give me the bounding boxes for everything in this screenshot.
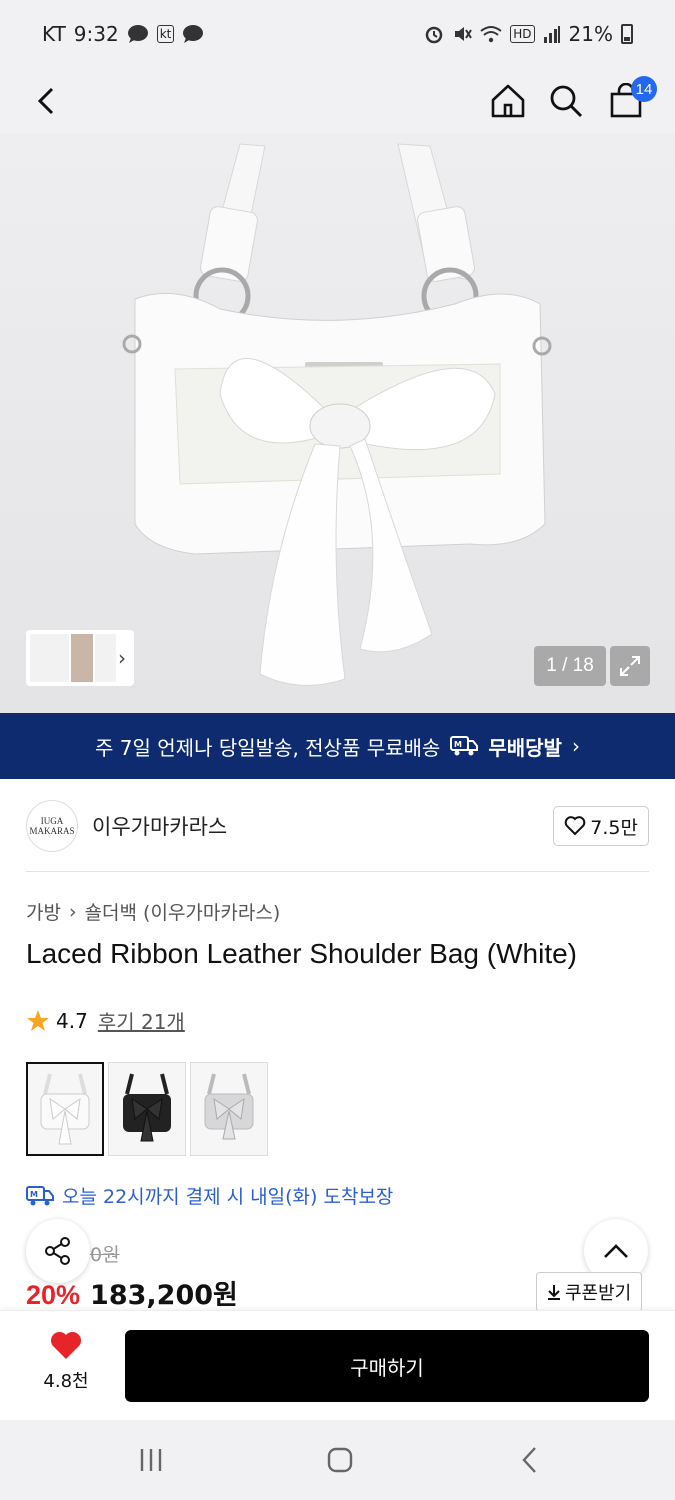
home-nav-icon bbox=[327, 1447, 353, 1473]
product-image bbox=[122, 143, 552, 686]
delivery-truck-icon: M bbox=[450, 735, 479, 757]
coupon-button[interactable]: 쿠폰받기 bbox=[536, 1272, 643, 1312]
product-image-gallery[interactable]: › 1 / 18 bbox=[0, 134, 675, 713]
system-nav-bar bbox=[0, 1420, 675, 1500]
original-price: 0원 bbox=[90, 1244, 120, 1266]
variant-silver-image bbox=[204, 1073, 254, 1140]
cart-button[interactable]: 14 bbox=[603, 76, 657, 124]
brand-row: IUGA MAKARAS 이우가마카라스 7.5만 bbox=[26, 796, 649, 856]
chevron-right-icon: › bbox=[118, 646, 126, 670]
mute-icon bbox=[452, 24, 473, 44]
wishlist-count: 4.8천 bbox=[43, 1371, 89, 1392]
brand-like-button[interactable]: 7.5만 bbox=[553, 806, 649, 846]
kt-badge: kt bbox=[156, 25, 175, 43]
variant-silver[interactable] bbox=[190, 1062, 268, 1156]
chevron-right-icon: › bbox=[571, 734, 580, 758]
chevron-left-icon bbox=[37, 87, 54, 115]
home-icon bbox=[491, 84, 525, 118]
wishlist-button[interactable]: 4.8천 bbox=[26, 1331, 106, 1393]
carrier-label: KT bbox=[42, 22, 66, 46]
chevron-up-icon bbox=[604, 1244, 628, 1258]
signal-icon bbox=[543, 25, 561, 43]
svg-text:M: M bbox=[454, 740, 462, 749]
discount-rate: 20% bbox=[26, 1280, 81, 1310]
rating-row: 4.7 후기 21개 bbox=[26, 1006, 185, 1035]
chevron-right-icon: › bbox=[68, 900, 77, 923]
delivery-truck-icon: M bbox=[26, 1185, 54, 1205]
brand-name[interactable]: 이우가마카라스 bbox=[92, 811, 227, 841]
variant-black[interactable] bbox=[108, 1062, 186, 1156]
color-variants bbox=[26, 1062, 268, 1156]
wifi-icon bbox=[480, 24, 502, 44]
recent-apps-icon bbox=[140, 1449, 162, 1471]
svg-text:M: M bbox=[30, 1190, 38, 1199]
share-icon bbox=[45, 1237, 70, 1265]
banner-brand: 무배당발 bbox=[488, 735, 562, 760]
breadcrumb-category[interactable]: 가방 bbox=[26, 898, 61, 925]
brand-logo[interactable]: IUGA MAKARAS bbox=[26, 800, 78, 852]
product-title: Laced Ribbon Leather Shoulder Bag (White… bbox=[26, 938, 578, 969]
star-icon bbox=[27, 1009, 49, 1031]
thumbnail-2[interactable] bbox=[71, 634, 93, 682]
talk-icon-2 bbox=[182, 24, 204, 44]
battery-icon bbox=[621, 24, 633, 44]
back-button[interactable] bbox=[24, 78, 70, 124]
search-icon bbox=[550, 85, 583, 118]
status-bar: KT 9:32 kt HD 21% bbox=[0, 0, 675, 68]
talk-icon bbox=[127, 24, 149, 44]
back-nav-button[interactable] bbox=[508, 1438, 552, 1482]
variant-white-image bbox=[40, 1073, 90, 1145]
home-nav-button[interactable] bbox=[318, 1438, 362, 1482]
image-thumbnail-strip[interactable]: › bbox=[26, 630, 134, 686]
download-icon bbox=[548, 1285, 560, 1300]
back-nav-icon bbox=[522, 1447, 536, 1473]
sale-price: 183,200원 bbox=[90, 1280, 238, 1311]
expand-image-button[interactable] bbox=[610, 646, 650, 686]
heart-filled-icon bbox=[50, 1331, 82, 1359]
rating-value: 4.7 bbox=[56, 1008, 88, 1033]
share-button[interactable] bbox=[26, 1219, 90, 1283]
home-button[interactable] bbox=[485, 78, 531, 124]
variant-black-image bbox=[123, 1073, 171, 1142]
clock: 9:32 bbox=[73, 22, 119, 46]
search-button[interactable] bbox=[543, 78, 589, 124]
reviews-link[interactable]: 후기 21개 bbox=[98, 1006, 185, 1035]
buy-button[interactable]: 구매하기 bbox=[125, 1330, 649, 1402]
recent-apps-button[interactable] bbox=[129, 1438, 173, 1482]
alarm-icon bbox=[424, 24, 444, 44]
heart-outline-icon bbox=[564, 816, 586, 836]
thumbnail-3[interactable] bbox=[94, 634, 116, 682]
delivery-text: 오늘 22시까지 결제 시 내일(화) 도착보장 bbox=[62, 1186, 394, 1208]
breadcrumb: 가방 › 숄더백 (이우가마카라스) bbox=[26, 898, 280, 925]
divider bbox=[26, 871, 649, 872]
brand-like-count: 7.5만 bbox=[590, 816, 638, 839]
breadcrumb-subcategory[interactable]: 숄더백 (이우가마카라스) bbox=[85, 898, 281, 925]
bottom-action-bar: 4.8천 구매하기 bbox=[0, 1310, 675, 1420]
app-header: 14 bbox=[0, 68, 675, 134]
image-counter: 1 / 18 bbox=[534, 646, 606, 686]
variant-white[interactable] bbox=[26, 1062, 104, 1156]
shipping-banner[interactable]: 주 7일 언제나 당일발송, 전상품 무료배송 M 무배당발 › bbox=[0, 713, 675, 779]
cart-count-badge: 14 bbox=[631, 76, 657, 102]
banner-text: 주 7일 언제나 당일발송, 전상품 무료배송 bbox=[95, 735, 441, 760]
expand-icon bbox=[620, 656, 640, 676]
battery-percent: 21% bbox=[568, 22, 613, 46]
delivery-guarantee: M 오늘 22시까지 결제 시 내일(화) 도착보장 bbox=[26, 1182, 393, 1209]
thumbnail-1[interactable] bbox=[30, 634, 70, 682]
hd-badge: HD bbox=[510, 25, 535, 43]
coupon-label: 쿠폰받기 bbox=[565, 1283, 632, 1304]
